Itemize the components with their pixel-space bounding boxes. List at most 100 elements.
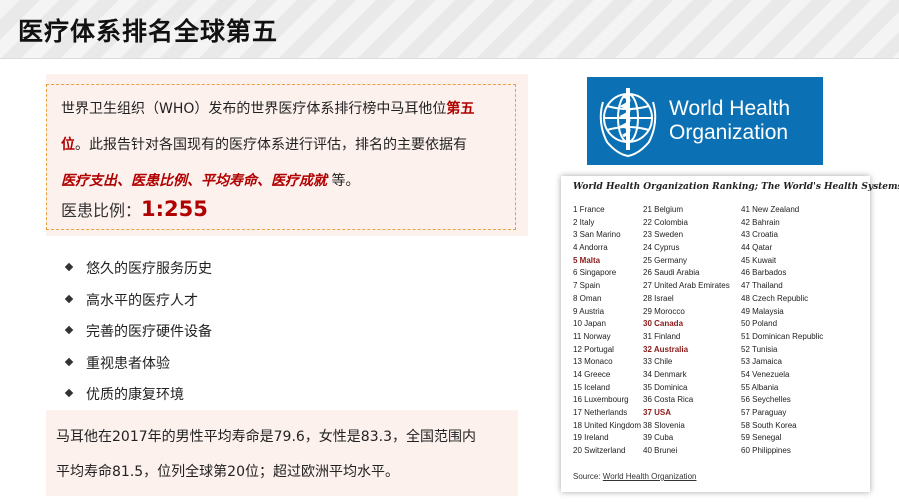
ranking-entry: 14 Greece [573, 369, 611, 379]
list-item: 重视患者体验 [64, 349, 212, 381]
ranking-entry: 53 Jamaica [741, 357, 782, 367]
ranking-entry: 22 Colombia [643, 217, 688, 227]
ranking-entry: 8 Oman [573, 293, 602, 303]
ranking-entry: 31 Finland [643, 331, 681, 341]
diamond-bullet-icon [64, 294, 74, 303]
intro-highlight-rank-end: 位 [61, 137, 75, 153]
intro-box: 世界卫生组织（WHO）发布的世界医疗体系排行榜中马耳他位第五 位。此报告针对各国… [46, 84, 516, 230]
ranking-entry: 29 Morocco [643, 306, 685, 316]
ranking-entry: 16 Luxembourg [573, 395, 629, 405]
ranking-entry: 24 Cyprus [643, 243, 680, 253]
ranking-entry: 39 Cuba [643, 433, 674, 443]
ranking-entry: 11 Norway [573, 331, 611, 341]
ranking-source: Source: World Health Organization [573, 472, 696, 481]
ranking-entry: 40 Brunei [643, 446, 678, 456]
summary-line-1: 马耳他在2017年的男性平均寿命是79.6，女性是83.3，全国范围内 [56, 429, 476, 445]
intro-highlight-rank: 第五 [446, 101, 475, 117]
ranking-entry: 1 France [573, 205, 605, 214]
slide-title: 医疗体系排名全球第五 [18, 17, 279, 46]
ranking-entry: 58 South Korea [741, 420, 797, 430]
source-link: World Health Organization [602, 472, 697, 481]
ranking-entry: 21 Belgium [643, 205, 684, 214]
ranking-entry: 49 Malaysia [741, 306, 784, 316]
ranking-entry: 44 Qatar [741, 243, 773, 253]
ranking-entry: 57 Paraguay [741, 408, 787, 417]
intro-text: 。此报告针对各国现有的医疗体系进行评估，排名的主要依据有 [75, 137, 467, 153]
ranking-entry: 32 Australia [643, 344, 689, 354]
ranking-entry: 45 Kuwait [741, 255, 777, 265]
ratio-value: 1:255 [141, 197, 208, 221]
ranking-entry: 50 Poland [741, 319, 778, 329]
doctor-patient-ratio: 医患比例：1:255 [61, 197, 507, 221]
ranking-entry: 5 Malta [573, 255, 601, 265]
ranking-entry: 43 Croatia [741, 230, 778, 240]
list-item: 悠久的医疗服务历史 [64, 254, 212, 286]
ranking-entry: 7 Spain [573, 281, 601, 291]
ranking-entry: 23 Sweden [643, 230, 684, 240]
ranking-entry: 54 Venezuela [741, 369, 790, 379]
ranking-entry: 55 Albania [741, 382, 779, 392]
ranking-entry: 17 Netherlands [573, 408, 628, 417]
source-label: Source: [573, 472, 603, 481]
ranking-entry: 27 United Arab Emirates [643, 281, 730, 291]
ranking-entry: 33 Chile [643, 357, 673, 367]
ranking-title: World Health Organization Ranking; The W… [573, 182, 899, 192]
ranking-entry: 47 Thailand [741, 281, 783, 291]
who-ranking-image: World Health Organization Ranking; The W… [561, 176, 899, 492]
ranking-entry: 15 Iceland [573, 382, 610, 392]
ranking-column-1: 1 France 2 Italy 3 San Marino 4 Andorra 5 Ma… [573, 204, 641, 458]
ranking-entry: 10 Japan [573, 319, 606, 329]
intro-line-2: 位。此报告针对各国现有的医疗体系进行评估，排名的主要依据有 [61, 127, 507, 163]
advantages-list: 悠久的医疗服务历史 高水平的医疗人才 完善的医疗硬件设备 重视患者体验 优质的康… [64, 254, 212, 412]
diamond-bullet-icon [64, 325, 74, 335]
list-item-label: 高水平的医疗人才 [86, 292, 198, 309]
ranking-entry: 41 New Zealand [741, 205, 800, 214]
ranking-entry: 56 Seychelles [741, 395, 791, 405]
ranking-entry: 25 Germany [643, 255, 688, 265]
slide-header: 医疗体系排名全球第五 [0, 0, 899, 59]
ranking-entry: 34 Denmark [643, 369, 687, 379]
ranking-entry: 18 United Kingdom [573, 420, 642, 430]
ranking-entry: 42 Bahrain [741, 217, 780, 227]
who-wordmark: World Health Organization [669, 97, 790, 145]
list-item: 完善的医疗硬件设备 [64, 317, 212, 349]
ratio-label: 医患比例： [61, 201, 142, 220]
ranking-entry: 28 Israel [643, 293, 674, 303]
ranking-entry: 36 Costa Rica [643, 395, 694, 405]
ranking-entry: 30 Canada [643, 319, 684, 329]
who-emblem-icon [599, 88, 657, 158]
ranking-entry: 35 Dominica [643, 382, 688, 392]
intro-line-3: 医疗支出、医患比例、平均寿命、医疗成就 等。 [61, 163, 507, 199]
ranking-column-2: 21 Belgium 22 Colombia 23 Sweden 24 Cyprus 2… [643, 204, 730, 458]
list-item-label: 悠久的医疗服务历史 [86, 261, 212, 277]
who-logo: World Health Organization [587, 77, 823, 165]
ranking-entry: 12 Portugal [573, 344, 614, 354]
ranking-entry: 51 Dominican Republic [741, 331, 824, 341]
ranking-column-3: 41 New Zealand 42 Bahrain 43 Croatia 44 Qat… [741, 204, 823, 458]
intro-text: 世界卫生组织（WHO）发布的世界医疗体系排行榜中马耳他位 [61, 101, 447, 117]
list-item-label: 优质的康复环境 [86, 387, 184, 403]
intro-criteria: 医疗支出、医患比例、平均寿命、医疗成就 [61, 173, 327, 189]
ranking-entry: 26 Saudi Arabia [643, 268, 700, 278]
ranking-entry: 6 Singapore [573, 268, 617, 278]
who-wordmark-line-1: World Health [669, 97, 790, 120]
diamond-bullet-icon [64, 357, 74, 366]
summary-line-2: 平均寿命81.5，位列全球第20位；超过欧洲平均水平。 [56, 464, 399, 480]
ranking-entry: 9 Austria [573, 306, 605, 316]
ranking-entry: 20 Switzerland [573, 446, 626, 456]
who-wordmark-line-2: Organization [669, 121, 789, 144]
ranking-entry: 52 Tunisia [741, 344, 778, 354]
intro-text: 等。 [327, 173, 360, 189]
ranking-entry: 4 Andorra [573, 243, 608, 253]
diamond-bullet-icon [64, 388, 74, 398]
ranking-entry: 46 Barbados [741, 268, 787, 278]
ranking-entry: 38 Slovenia [643, 420, 685, 430]
list-item-label: 完善的医疗硬件设备 [86, 324, 212, 340]
ranking-entry: 2 Italy [573, 217, 595, 227]
ranking-entry: 3 San Marino [573, 230, 621, 240]
ranking-entry: 37 USA [643, 408, 672, 417]
ranking-entry: 13 Monaco [573, 357, 613, 367]
ranking-entry: 19 Ireland [573, 433, 609, 443]
diamond-bullet-icon [64, 262, 74, 272]
ranking-entry: 48 Czech Republic [741, 293, 809, 303]
